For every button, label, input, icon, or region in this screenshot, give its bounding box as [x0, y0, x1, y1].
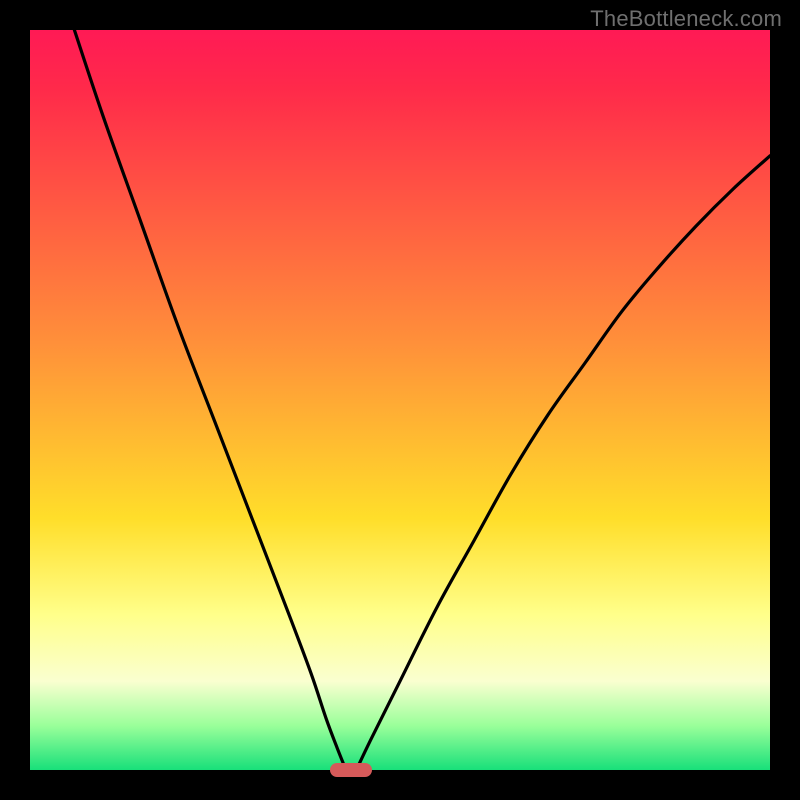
plot-area [30, 30, 770, 770]
curve-left-path [74, 30, 346, 770]
outer-frame: TheBottleneck.com [0, 0, 800, 800]
curve-right-path [356, 156, 770, 770]
watermark-text: TheBottleneck.com [590, 6, 782, 32]
min-marker [330, 763, 372, 777]
curve-svg [30, 30, 770, 770]
